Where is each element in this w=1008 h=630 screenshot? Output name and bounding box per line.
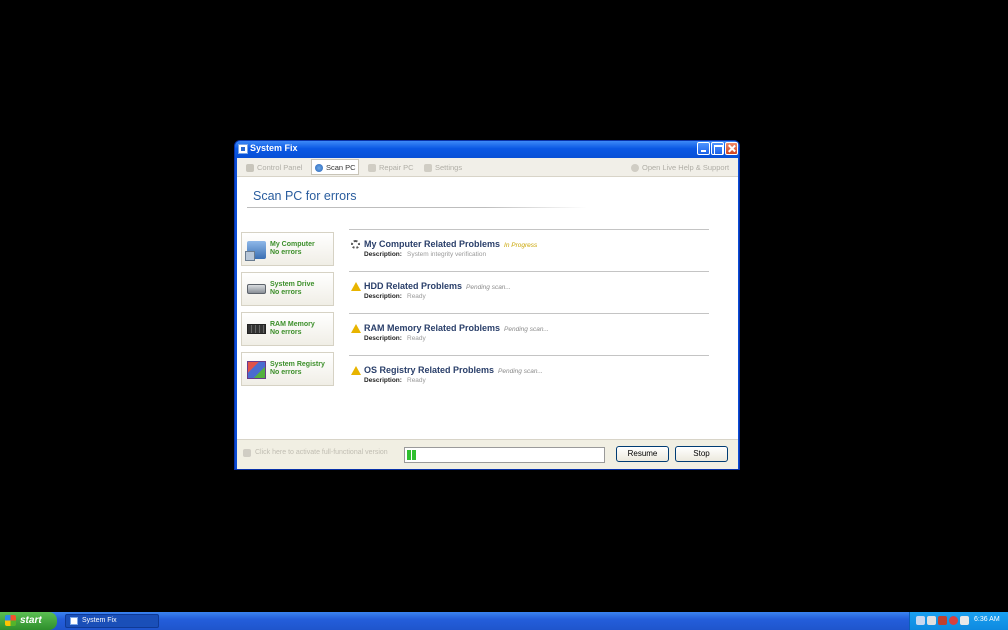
tab-label: Repair PC bbox=[379, 163, 414, 172]
card-ram-memory[interactable]: RAM Memory No errors bbox=[241, 312, 334, 346]
scan-progress-bar bbox=[404, 447, 605, 463]
problem-row-registry: OS Registry Related Problems Pending scan… bbox=[349, 364, 729, 388]
description-value: System integrity verification bbox=[407, 251, 487, 258]
system-fix-window: System Fix Control Panel Scan PC Repair … bbox=[234, 140, 740, 470]
window-title: System Fix bbox=[250, 143, 298, 153]
network-icon[interactable] bbox=[916, 616, 925, 625]
toolbar: Control Panel Scan PC Repair PC Settings… bbox=[237, 158, 738, 177]
description-value: Ready bbox=[407, 293, 426, 300]
settings-icon bbox=[424, 164, 432, 172]
tab-label: Scan PC bbox=[326, 163, 356, 172]
problem-state: Pending scan... bbox=[504, 326, 549, 333]
description-label: Description: bbox=[364, 251, 402, 258]
title-bar[interactable]: System Fix bbox=[235, 141, 739, 158]
tab-control-panel[interactable]: Control Panel bbox=[245, 160, 302, 175]
system-tray: 6:36 AM bbox=[909, 612, 1008, 630]
description-value: Ready bbox=[407, 377, 426, 384]
divider bbox=[349, 313, 709, 314]
problem-title-text: OS Registry Related Problems bbox=[364, 365, 495, 375]
problem-title: HDD Related Problems Pending scan... bbox=[364, 281, 511, 291]
computer-icon bbox=[245, 241, 266, 261]
warning-icon bbox=[351, 366, 361, 375]
divider bbox=[247, 207, 587, 208]
tab-label: Control Panel bbox=[257, 163, 303, 172]
problem-title: My Computer Related Problems In Progress bbox=[364, 239, 537, 249]
card-name: My Computer bbox=[270, 241, 315, 248]
divider bbox=[349, 229, 709, 230]
registry-icon bbox=[247, 361, 266, 379]
card-status: No errors bbox=[270, 329, 302, 336]
repair-icon bbox=[368, 164, 376, 172]
help-icon bbox=[631, 164, 639, 172]
activate-link[interactable]: Click here to activate full-functional v… bbox=[243, 449, 388, 457]
problem-row-hdd: HDD Related Problems Pending scan... Desc… bbox=[349, 280, 729, 304]
tab-scan-pc[interactable]: Scan PC bbox=[311, 159, 359, 175]
drive-icon bbox=[247, 284, 266, 294]
stop-button[interactable]: Stop bbox=[675, 446, 728, 462]
progress-fill bbox=[407, 450, 417, 460]
taskbar: start System Fix 6:36 AM bbox=[0, 612, 1008, 630]
problem-title-text: RAM Memory Related Problems bbox=[364, 323, 501, 333]
problem-title: OS Registry Related Problems Pending scan… bbox=[364, 365, 543, 375]
control-panel-icon bbox=[246, 164, 254, 172]
description-label: Description: bbox=[364, 335, 402, 342]
live-help-link[interactable]: Open Live Help & Support bbox=[630, 160, 729, 175]
taskbar-item-system-fix[interactable]: System Fix bbox=[65, 614, 159, 628]
description-value: Ready bbox=[407, 335, 426, 342]
description-label: Description: bbox=[364, 293, 402, 300]
alert-icon[interactable] bbox=[949, 616, 958, 625]
tray-app-icon[interactable] bbox=[960, 616, 969, 625]
tab-repair-pc[interactable]: Repair PC bbox=[367, 160, 414, 175]
card-name: RAM Memory bbox=[270, 321, 315, 328]
problem-state: In Progress bbox=[504, 242, 538, 249]
card-status: No errors bbox=[270, 289, 302, 296]
maximize-button[interactable] bbox=[711, 142, 724, 155]
security-icon[interactable] bbox=[938, 616, 947, 625]
activate-label: Click here to activate full-functional v… bbox=[255, 449, 388, 456]
problem-state: Pending scan... bbox=[498, 368, 543, 375]
card-name: System Registry bbox=[270, 361, 325, 368]
footer-bar: Click here to activate full-functional v… bbox=[237, 439, 738, 469]
card-status: No errors bbox=[270, 249, 302, 256]
card-my-computer[interactable]: My Computer No errors bbox=[241, 232, 334, 266]
tab-label: Settings bbox=[435, 163, 463, 172]
app-icon bbox=[70, 617, 78, 625]
app-icon bbox=[238, 144, 248, 154]
scan-icon bbox=[315, 164, 323, 172]
problem-row-ram: RAM Memory Related Problems Pending scan.… bbox=[349, 322, 729, 346]
problem-title-text: HDD Related Problems bbox=[364, 281, 463, 291]
warning-icon bbox=[351, 324, 361, 333]
start-button[interactable]: start bbox=[0, 612, 57, 630]
task-label: System Fix bbox=[82, 617, 117, 624]
description-label: Description: bbox=[364, 377, 402, 384]
card-system-registry[interactable]: System Registry No errors bbox=[241, 352, 334, 386]
card-system-drive[interactable]: System Drive No errors bbox=[241, 272, 334, 306]
resume-button[interactable]: Resume bbox=[616, 446, 669, 462]
problem-state: Pending scan... bbox=[466, 284, 511, 291]
help-label: Open Live Help & Support bbox=[642, 163, 730, 172]
problem-title-text: My Computer Related Problems bbox=[364, 239, 501, 249]
volume-icon[interactable] bbox=[927, 616, 936, 625]
ram-icon bbox=[247, 324, 266, 334]
problem-row-my-computer: My Computer Related Problems In Progress … bbox=[349, 238, 729, 262]
warning-icon bbox=[351, 282, 361, 291]
problem-title: RAM Memory Related Problems Pending scan.… bbox=[364, 323, 549, 333]
divider bbox=[349, 271, 709, 272]
window-client-area: Control Panel Scan PC Repair PC Settings… bbox=[237, 158, 738, 469]
card-name: System Drive bbox=[270, 281, 315, 288]
tab-settings[interactable]: Settings bbox=[423, 160, 462, 175]
clock: 6:36 AM bbox=[974, 616, 1000, 623]
spinner-icon bbox=[351, 240, 360, 249]
start-label: start bbox=[20, 615, 42, 626]
page-title: Scan PC for errors bbox=[253, 189, 357, 203]
minimize-button[interactable] bbox=[697, 142, 710, 155]
divider bbox=[349, 355, 709, 356]
card-status: No errors bbox=[270, 369, 302, 376]
key-icon bbox=[243, 449, 251, 457]
windows-logo-icon bbox=[5, 615, 16, 626]
close-button[interactable] bbox=[725, 142, 738, 155]
